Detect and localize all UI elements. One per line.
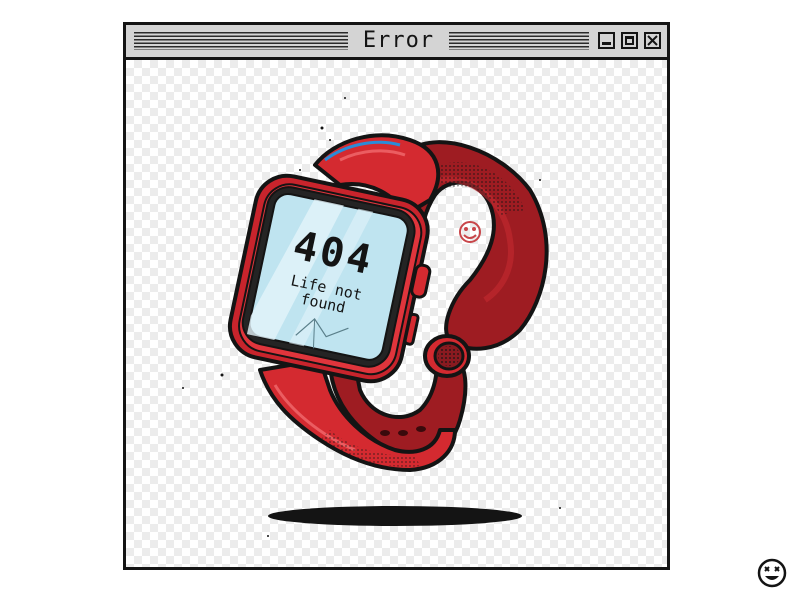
floor-shadow — [268, 506, 522, 526]
band-pin — [423, 334, 471, 378]
close-icon — [647, 35, 658, 46]
maximize-button[interactable] — [621, 32, 638, 49]
titlebar-stripes-right — [449, 32, 589, 50]
window-content: 404 Life not found — [126, 60, 667, 567]
close-button[interactable] — [644, 32, 661, 49]
watch-illustration: 404 Life not found — [182, 97, 561, 537]
window-titlebar[interactable]: Error — [126, 25, 667, 60]
error-window: Error 404 Life not found — [123, 22, 670, 570]
titlebar-stripes-left — [134, 32, 348, 50]
minimize-button[interactable] — [598, 32, 615, 49]
dizzy-smiley-icon — [757, 558, 787, 588]
window-title: Error — [362, 28, 435, 53]
watch-case: 404 Life not found — [227, 173, 432, 384]
band-smiley-icon — [459, 221, 481, 243]
